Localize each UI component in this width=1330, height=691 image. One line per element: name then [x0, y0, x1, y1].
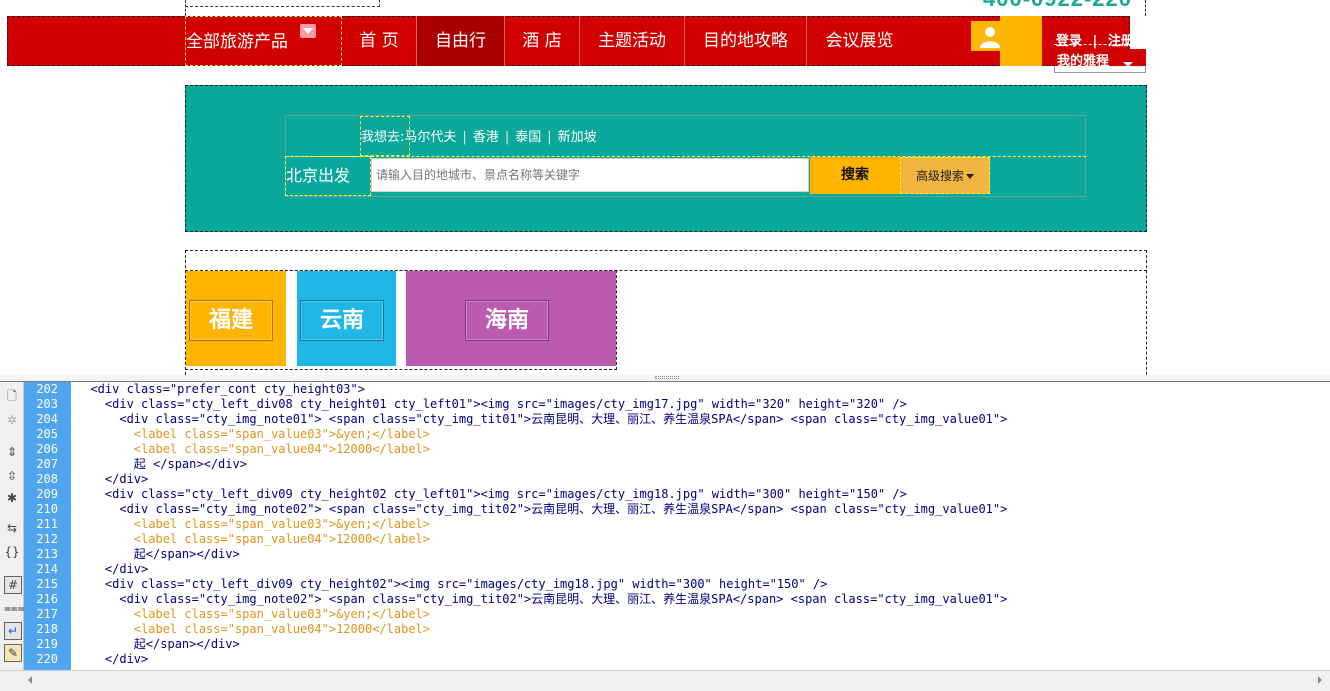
code-line[interactable]: <div class="cty_left_div09 cty_height02"…	[76, 577, 827, 592]
caret-down-icon	[966, 174, 974, 179]
dropdown-arrow-icon[interactable]	[300, 24, 316, 38]
region-tile-label: 海南	[465, 300, 549, 341]
user-box-extension	[1000, 16, 1042, 66]
hotline-number: 400-0922-220	[983, 0, 1132, 12]
separator: |	[504, 130, 510, 145]
nav-item-hotel[interactable]: 酒 店	[505, 16, 580, 66]
line-number: 211	[36, 517, 58, 531]
indent-icon[interactable]: ⇆	[4, 520, 20, 536]
region-tile-hainan[interactable]: 海南	[406, 271, 616, 366]
nav-item-destination-guide[interactable]: 目的地攻略	[685, 16, 807, 66]
search-input[interactable]	[371, 158, 809, 192]
code-line[interactable]: 起</span></div>	[76, 637, 240, 652]
code-line[interactable]: <div class="prefer_cont cty_height03">	[76, 382, 365, 397]
code-line[interactable]: <label class="span_value03">&yen;</label…	[76, 607, 430, 622]
line-number: 218	[36, 622, 58, 636]
region-tile-label: 福建	[189, 300, 273, 341]
code-line[interactable]: </div>	[76, 652, 148, 667]
login-divider	[1054, 44, 1146, 45]
all-products-label: 全部旅游产品	[186, 32, 288, 52]
code-line[interactable]: 起</span></div>	[76, 547, 240, 562]
hash-icon[interactable]: #	[4, 576, 22, 594]
line-number: 220	[36, 652, 58, 666]
login-register-links: 登录 | 注册	[1056, 30, 1134, 50]
code-line[interactable]: <div class="cty_left_div09 cty_height02 …	[76, 487, 907, 502]
line-number: 214	[36, 562, 58, 576]
line-number: 210	[36, 502, 58, 516]
origin-city-selector[interactable]: 北京出发	[285, 156, 371, 196]
code-line[interactable]: 起 </span></div>	[76, 457, 247, 472]
code-line[interactable]: <div class="cty_left_div08 cty_height01 …	[76, 397, 907, 412]
line-number: 209	[36, 487, 58, 501]
separator: |	[547, 130, 552, 145]
code-line[interactable]: </div>	[76, 562, 148, 577]
scroll-left-icon[interactable]	[28, 676, 32, 684]
separator: |	[462, 130, 467, 145]
line-number: 215	[36, 577, 58, 591]
line-number: 206	[36, 442, 58, 456]
advanced-search-label: 高级搜索	[915, 169, 964, 183]
line-number: 219	[36, 637, 58, 651]
collapse-icon[interactable]: ⇕	[4, 444, 20, 460]
popular-destinations: 我想去:马尔代夫 | 香港 | 泰国 | 新加坡	[361, 126, 597, 145]
code-line[interactable]: </div>	[76, 472, 148, 487]
want-label: 我想去:	[361, 130, 405, 145]
line-number: 213	[36, 547, 58, 561]
search-button[interactable]: 搜索	[810, 157, 900, 194]
region-tile-yunnan[interactable]: 云南	[297, 271, 396, 366]
line-number: 207	[36, 457, 58, 471]
code-line[interactable]: <label class="span_value03">&yen;</label…	[76, 517, 430, 532]
code-line[interactable]: <div class="cty_img_note01"> <span class…	[76, 412, 1007, 427]
line-number: 202	[36, 382, 58, 396]
nav-item-home[interactable]: 首 页	[342, 16, 417, 66]
user-icon[interactable]	[978, 24, 1002, 48]
scroll-right-icon[interactable]	[1318, 676, 1322, 684]
word-wrap-icon[interactable]: ↵	[4, 622, 22, 640]
nav-item-theme-activity[interactable]: 主题活动	[580, 16, 685, 66]
code-line[interactable]: <label class="span_value04">12000</label…	[76, 532, 430, 547]
horizontal-scrollbar[interactable]	[0, 670, 1330, 691]
my-trip-label[interactable]: 我的雅程	[1057, 50, 1109, 69]
code-line[interactable]: <div class="cty_img_note02"> <span class…	[76, 592, 1007, 607]
line-number: 217	[36, 607, 58, 621]
code-line[interactable]: <label class="span_value04">12000</label…	[76, 442, 430, 457]
chevron-down-icon[interactable]	[1123, 62, 1133, 67]
code-toolbar: 🗋 ✲ ⇕ ⇳ ✱ ⇆ {} # ⩶ ↵ ✎	[0, 382, 25, 670]
destination-link[interactable]: 香港	[473, 130, 499, 145]
file-icon[interactable]: 🗋	[4, 388, 20, 404]
select-parent-icon[interactable]: ✱	[4, 490, 20, 506]
advanced-search-button[interactable]: 高级搜索	[900, 157, 990, 194]
gear-icon[interactable]: ✲	[4, 412, 20, 428]
line-number: 216	[36, 592, 58, 606]
destination-link[interactable]: 泰国	[515, 130, 541, 145]
login-link[interactable]: 登录	[1056, 34, 1082, 49]
line-number: 203	[36, 397, 58, 411]
line-number: 204	[36, 412, 58, 426]
splitter-grip-icon[interactable]	[655, 376, 679, 379]
line-number: 208	[36, 472, 58, 486]
header-logo-box	[185, 0, 380, 7]
login-separator: |	[1092, 34, 1098, 49]
snippet-icon[interactable]: ✎	[4, 644, 22, 662]
region-tile-label: 云南	[300, 300, 384, 341]
expand-icon[interactable]: ⇳	[4, 468, 20, 484]
destination-link[interactable]: 马尔代夫	[404, 130, 456, 145]
line-number: 205	[36, 427, 58, 441]
region-tile-fujian[interactable]: 福建	[186, 271, 286, 366]
register-link[interactable]: 注册	[1108, 34, 1134, 49]
format-icon[interactable]: ⩶	[4, 600, 25, 616]
code-line[interactable]: <label class="span_value04">12000</label…	[76, 622, 430, 637]
nav-item-conference[interactable]: 会议展览	[807, 16, 912, 66]
code-line[interactable]: <label class="span_value03">&yen;</label…	[76, 427, 430, 442]
destination-link[interactable]: 新加坡	[558, 130, 597, 145]
braces-icon[interactable]: {}	[4, 544, 20, 560]
line-number: 212	[36, 532, 58, 546]
all-products-menu[interactable]: 全部旅游产品	[185, 16, 342, 66]
code-line[interactable]: <div class="cty_img_note02"> <span class…	[76, 502, 1007, 517]
nav-item-free-travel[interactable]: 自由行	[417, 16, 505, 66]
